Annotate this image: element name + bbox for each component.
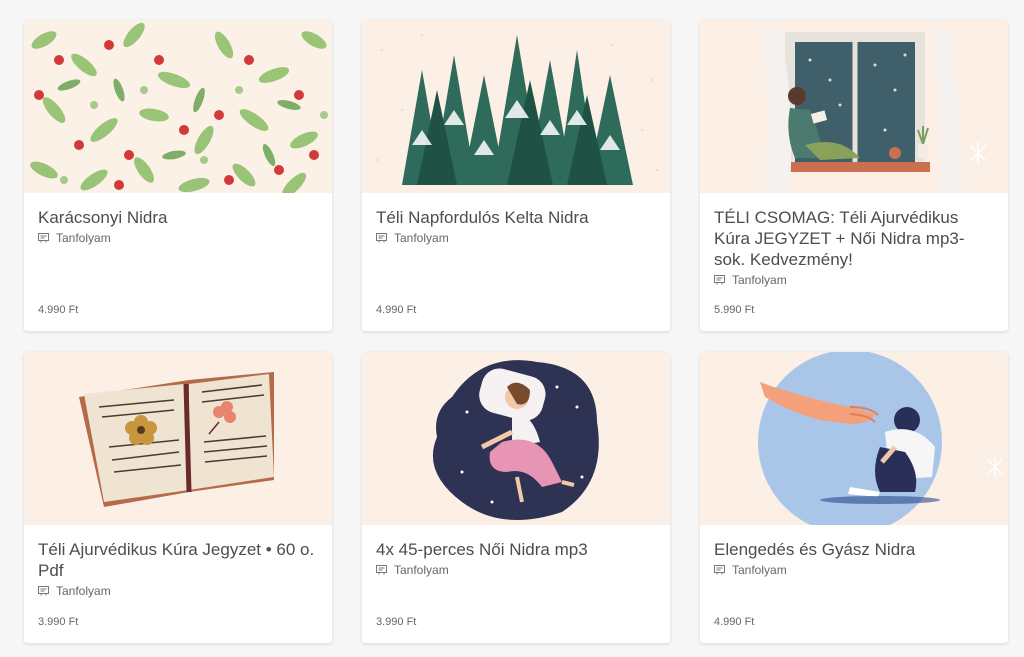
product-type-label: Tanfolyam (56, 231, 111, 245)
product-title[interactable]: Téli Napfordulós Kelta Nidra (376, 207, 656, 228)
product-card[interactable]: Téli Napfordulós Kelta Nidra Tanfolyam 4… (362, 20, 670, 331)
product-type: Tanfolyam (714, 563, 994, 577)
product-image[interactable] (362, 20, 670, 193)
product-image[interactable] (362, 352, 670, 525)
product-type: Tanfolyam (376, 563, 656, 577)
product-card[interactable]: Elengedés és Gyász Nidra Tanfolyam 4.990… (700, 352, 1008, 643)
product-card[interactable]: Téli Ajurvédikus Kúra Jegyzet • 60 o. Pd… (24, 352, 332, 643)
product-type: Tanfolyam (38, 584, 318, 598)
product-title[interactable]: Téli Ajurvédikus Kúra Jegyzet • 60 o. Pd… (38, 539, 318, 581)
course-icon (376, 565, 387, 575)
product-title[interactable]: Karácsonyi Nidra (38, 207, 318, 228)
product-type: Tanfolyam (714, 273, 994, 287)
product-price: 4.990 Ft (714, 616, 755, 628)
product-type-label: Tanfolyam (394, 231, 449, 245)
course-icon (38, 233, 49, 243)
product-image[interactable] (24, 20, 332, 193)
product-title[interactable]: 4x 45-perces Női Nidra mp3 (376, 539, 656, 560)
product-price: 4.990 Ft (38, 304, 79, 316)
product-title[interactable]: Elengedés és Gyász Nidra (714, 539, 994, 560)
product-image[interactable] (700, 352, 1008, 525)
product-card[interactable]: 4x 45-perces Női Nidra mp3 Tanfolyam 3.9… (362, 352, 670, 643)
product-card[interactable]: TÉLI CSOMAG: Téli Ajurvédikus Kúra JEGYZ… (700, 20, 1008, 331)
product-card[interactable]: Karácsonyi Nidra Tanfolyam 4.990 Ft (24, 20, 332, 331)
product-grid: Karácsonyi Nidra Tanfolyam 4.990 Ft Téli… (0, 0, 1024, 657)
product-price: 3.990 Ft (376, 616, 417, 628)
product-image[interactable] (700, 20, 1008, 193)
product-type-label: Tanfolyam (732, 563, 787, 577)
product-type-label: Tanfolyam (56, 584, 111, 598)
course-icon (38, 586, 49, 596)
product-image[interactable] (24, 352, 332, 525)
product-type: Tanfolyam (376, 231, 656, 245)
product-price: 3.990 Ft (38, 616, 79, 628)
product-type-label: Tanfolyam (394, 563, 449, 577)
course-icon (714, 565, 725, 575)
course-icon (714, 275, 725, 285)
product-price: 4.990 Ft (376, 304, 417, 316)
product-type: Tanfolyam (38, 231, 318, 245)
product-price: 5.990 Ft (714, 304, 755, 316)
product-title[interactable]: TÉLI CSOMAG: Téli Ajurvédikus Kúra JEGYZ… (714, 207, 994, 270)
product-type-label: Tanfolyam (732, 273, 787, 287)
course-icon (376, 233, 387, 243)
